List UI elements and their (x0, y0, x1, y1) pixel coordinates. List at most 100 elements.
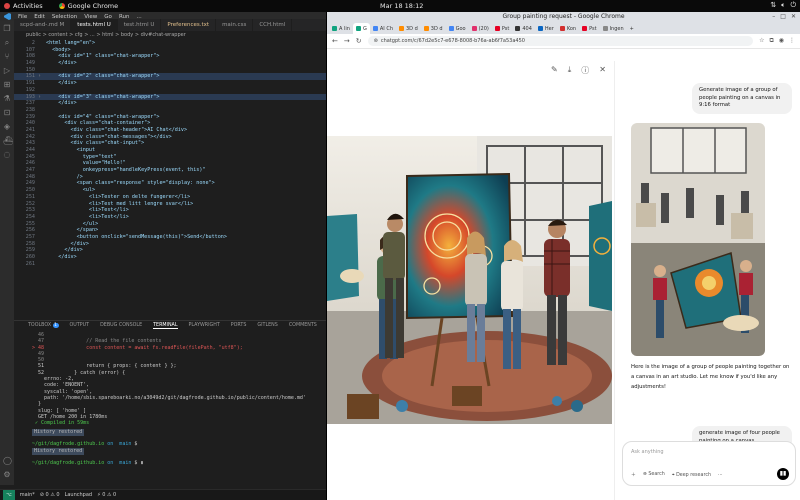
code-line[interactable]: 253 <li>Test</li> (14, 207, 326, 214)
browser-tab[interactable]: Pst (492, 23, 513, 34)
editor-tab[interactable]: scpd-and-.md M (14, 19, 72, 31)
close-window-icon[interactable]: ✕ (791, 12, 796, 21)
reload-icon[interactable]: ↻ (356, 37, 362, 45)
minimize-icon[interactable]: – (772, 12, 775, 21)
fold-chevron-icon[interactable]: › (38, 73, 46, 80)
code-line[interactable]: 256 </span> (14, 227, 326, 234)
edit-icon[interactable]: ✎ (551, 65, 558, 76)
search-icon[interactable]: ⌕ (3, 39, 11, 47)
editor-tab[interactable]: Preferences.txt (161, 19, 217, 31)
editor-tab[interactable]: main.css (216, 19, 254, 31)
search-button[interactable]: ⊕ Search (643, 472, 665, 477)
editor-tab-active[interactable]: tests.html U (71, 19, 118, 31)
more-tools-button[interactable]: ... (718, 472, 723, 477)
panel-tab-toolbox[interactable]: TOOLBOX 1 (28, 323, 59, 328)
run-debug-icon[interactable]: ▷ (3, 67, 11, 75)
code-line[interactable]: 240 <div class="chat-container"> (14, 120, 326, 127)
code-line[interactable]: 191 </div> (14, 80, 326, 87)
fold-chevron-icon[interactable]: › (38, 94, 46, 101)
forward-icon[interactable]: → (344, 37, 350, 45)
code-line[interactable]: 107 <body> (14, 47, 326, 54)
browser-tab[interactable]: 404 (512, 23, 535, 34)
browser-tab[interactable]: Her (535, 23, 557, 34)
info-icon[interactable]: ⓘ (581, 65, 589, 76)
activities-button[interactable]: Activities (0, 2, 49, 10)
docker-icon[interactable]: ⛴ (3, 137, 13, 145)
close-icon[interactable]: ✕ (599, 65, 606, 76)
remote-explorer-icon[interactable]: ⊡ (3, 109, 11, 117)
system-tray[interactable]: ⇅ 🔈︎ ⏻ (770, 1, 796, 10)
editor-tab[interactable]: test.html U (118, 19, 162, 31)
code-line[interactable]: 258 </div> (14, 241, 326, 248)
volume-icon[interactable]: 🔈︎ (781, 1, 785, 10)
browser-tab[interactable]: Ingen (600, 23, 627, 34)
code-line[interactable]: 149 </div> (14, 60, 326, 67)
code-line[interactable]: 254 <li>Test</li> (14, 214, 326, 221)
browser-tab[interactable]: A lin (329, 23, 353, 34)
power-icon[interactable]: ⏻ (790, 1, 796, 10)
chrome-menu-icon[interactable]: ⋮ (789, 37, 795, 45)
code-line[interactable]: 244 <input (14, 147, 326, 154)
maximize-icon[interactable]: □ (780, 12, 786, 21)
profile-avatar-icon[interactable]: ◉ (779, 37, 784, 45)
browser-tab[interactable]: Kon (557, 23, 579, 34)
source-control-icon[interactable]: ⑂ (3, 53, 11, 61)
browser-tab[interactable]: 3D d (421, 23, 446, 34)
browser-tab[interactable]: (20) (469, 23, 492, 34)
bookmark-star-icon[interactable]: ☆ (759, 37, 764, 45)
code-editor[interactable]: 2 <html lang="en"> 107 <body> 108 <div id=… (14, 40, 326, 312)
code-line[interactable]: 151 › <div id="2" class="chat-wrapper"> (14, 73, 326, 81)
code-line[interactable]: 108 <div id="1" class="chat-wrapper"> (14, 53, 326, 60)
code-line[interactable]: 2 <html lang="en"> (14, 40, 326, 47)
code-line[interactable]: 260 </div> (14, 254, 326, 261)
code-line[interactable]: 241 <div class="chat-header">AI Chat</di… (14, 127, 326, 134)
voice-mode-icon[interactable]: ▮▮ (777, 468, 789, 480)
code-line[interactable]: 257 <button onclick="sendMessage(this)">… (14, 234, 326, 241)
network-icon[interactable]: ⇅ (770, 1, 776, 10)
problems-status[interactable]: ⊘ 0 ⚠ 0 (40, 492, 60, 498)
extensions-icon[interactable]: ⊞ (3, 81, 11, 89)
clock[interactable]: Mar 18 18:12 (380, 2, 423, 10)
chat-icon[interactable]: ◌ (3, 151, 11, 159)
panel-tab-debug-console[interactable]: DEBUG CONSOLE (100, 323, 142, 328)
download-icon[interactable]: ⤓ (568, 65, 572, 76)
focused-app-menu[interactable]: Google Chrome (49, 2, 118, 10)
extensions-puzzle-icon[interactable]: ⧉ (769, 37, 773, 45)
code-line[interactable]: 247 onkeypress="handleKeyPress(event, th… (14, 167, 326, 174)
code-line[interactable]: 245 type="text" (14, 154, 326, 161)
code-line[interactable]: 239 <div id="4" class="chat-wrapper"> (14, 114, 326, 121)
remote-indicator-icon[interactable]: ⌥ (3, 489, 15, 500)
panel-tab-gitlens[interactable]: GITLENS (257, 323, 277, 328)
new-tab-icon[interactable]: + (627, 23, 637, 34)
code-line[interactable]: 238 (14, 107, 326, 114)
panel-tab-ports[interactable]: PORTS (231, 323, 247, 328)
code-line[interactable]: 251 <li>Tester on delte fungerer</li> (14, 194, 326, 201)
code-line[interactable]: 243 <div class="chat-input"> (14, 140, 326, 147)
git-branch-status[interactable]: main* (20, 492, 35, 498)
chat-generated-image[interactable] (631, 123, 765, 356)
gitlens-icon[interactable]: ◈ (3, 123, 11, 131)
code-line[interactable]: 150 (14, 67, 326, 74)
code-line[interactable]: 237 </div> (14, 100, 326, 107)
editor-tab[interactable]: CCH.html (253, 19, 293, 31)
explorer-icon[interactable]: ❐ (3, 25, 11, 33)
browser-tab[interactable]: Goo (446, 23, 469, 34)
deep-research-button[interactable]: ⌖ Deep research (672, 472, 711, 478)
browser-tab[interactable]: Pst (579, 23, 600, 34)
ports-status[interactable]: ⚡ 0 ⚠ 0 (97, 492, 116, 498)
code-line[interactable]: 255 </ul> (14, 221, 326, 228)
manage-gear-icon[interactable]: ⚙ (3, 471, 11, 479)
code-line[interactable]: 246 value="Hello!" (14, 160, 326, 167)
code-line[interactable]: 242 <div class="chat-messages"></div> (14, 134, 326, 141)
breadcrumb[interactable]: public > content > cfg > ... > html > bo… (14, 31, 326, 40)
back-icon[interactable]: ← (332, 37, 338, 45)
browser-tab[interactable]: 3D d (396, 23, 421, 34)
browser-tab-active[interactable]: G (352, 23, 370, 34)
code-line[interactable]: 259 </div> (14, 247, 326, 254)
panel-tab-terminal[interactable]: TERMINAL (153, 323, 178, 329)
code-line[interactable]: 249 <span class="response" style="displa… (14, 180, 326, 187)
panel-tab-playwright[interactable]: PLAYWRIGHT (189, 323, 220, 328)
code-line[interactable]: 193 › <div id="3" class="chat-wrapper"> (14, 93, 326, 101)
launchpad-status[interactable]: Launchpad (65, 492, 93, 498)
terminal[interactable]: 46 47 // Read the file contents > 48 cons… (14, 332, 326, 487)
